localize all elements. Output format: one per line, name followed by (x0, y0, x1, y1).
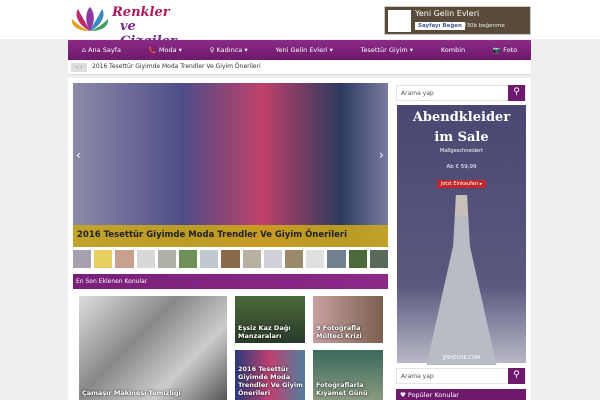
nav-home[interactable]: ⌂ Ana Sayfa (82, 46, 121, 54)
woman-icon: ♀ (209, 46, 217, 54)
nav-moda[interactable]: 👠 Moda ▾ (149, 46, 182, 54)
slider-thumbnail[interactable] (200, 250, 219, 268)
slider-thumbnail[interactable] (115, 250, 134, 268)
ad-dress-image (426, 195, 497, 365)
slider-thumbnail[interactable] (221, 250, 240, 268)
search-icon[interactable]: ⚲ (508, 368, 525, 384)
slider-thumbnails (73, 250, 389, 268)
slider-thumbnail[interactable] (263, 250, 283, 268)
slider-thumbnail[interactable] (73, 250, 92, 268)
featured-slider[interactable] (73, 83, 388, 247)
slider-caption[interactable]: 2016 Tesettür Giyimde Moda Trendler Ve G… (73, 225, 388, 247)
post-card[interactable]: Fotoğraflarla Kıyamet Günü (313, 350, 383, 400)
post-card[interactable]: 2016 Tesettür Giyimde Moda Trendler Ve G… (235, 350, 305, 400)
shoe-icon: 👠 (148, 46, 159, 54)
post-card[interactable]: 9 Fotoğrafla Mülteci Krizi (313, 296, 383, 343)
page-avatar (388, 10, 411, 32)
search-box-2[interactable]: Arama yap ⚲ (396, 368, 526, 384)
site-logo[interactable]: Renkler ve Çizgiler (70, 5, 177, 49)
slider-thumbnail[interactable] (348, 250, 367, 268)
slider-thumbnail[interactable] (136, 250, 155, 268)
section-header: En Son Eklenen Konular (73, 274, 388, 289)
slider-thumbnail[interactable] (157, 250, 177, 268)
search-box[interactable]: Arama yap ⚲ (396, 85, 526, 101)
like-page-button[interactable]: Sayfayı Beğen (415, 22, 465, 30)
nav-yeni-gelin-evleri[interactable]: Yeni Gelin Evleri ▾ (275, 46, 333, 54)
nav-foto[interactable]: 📷 Foto (493, 46, 517, 54)
nav-kadinca[interactable]: ♀ Kadınca ▾ (210, 46, 248, 54)
post-card[interactable]: Eşsiz Kaz Dağı Manzaraları (235, 296, 305, 343)
lotus-logo-icon (71, 7, 109, 31)
main-nav: ⌂ Ana Sayfa 👠 Moda ▾ ♀ Kadınca ▾ Yeni Ge… (68, 40, 531, 60)
slider-prev-button[interactable]: ‹ (76, 148, 81, 162)
slider-thumbnail[interactable] (306, 250, 325, 268)
slider-thumbnail[interactable] (369, 250, 389, 268)
slider-thumbnail[interactable] (327, 250, 346, 268)
slider-thumbnail[interactable] (179, 250, 198, 268)
search-input[interactable]: Arama yap (401, 90, 434, 97)
nav-tesettur-giyim[interactable]: Tesettür Giyim ▾ (361, 46, 413, 54)
advertisement[interactable]: Abendkleider im Sale Maßgeschneidert Ab … (397, 105, 526, 365)
slider-thumbnail[interactable] (94, 250, 113, 268)
post-card[interactable]: Çamaşır Makinesi Temizliği (79, 296, 227, 400)
news-ticker: ‹ › 2016 Tesettür Giyimde Moda Trendler … (68, 60, 531, 75)
ticker-arrows[interactable]: ‹ › (71, 63, 87, 72)
ticker-link[interactable]: 2016 Tesettür Giyimde Moda Trendler Ve G… (92, 63, 261, 70)
search-input[interactable]: Arama yap (401, 373, 434, 380)
ad-cta-button[interactable]: Jetzt Einkaufen ▸ (436, 180, 487, 188)
slider-thumbnail[interactable] (285, 250, 304, 268)
nav-kombin[interactable]: Kombin (441, 46, 465, 54)
camera-icon: 📷 (492, 46, 504, 54)
slider-next-button[interactable]: › (379, 148, 384, 162)
facebook-like-box[interactable]: Yeni Gelin Evleri Sayfayı Beğen 230b beğ… (384, 6, 531, 35)
slider-thumbnail[interactable] (242, 250, 261, 268)
popular-topics-header: ♥ Popüler Konular (396, 389, 526, 400)
search-icon[interactable]: ⚲ (508, 85, 525, 101)
